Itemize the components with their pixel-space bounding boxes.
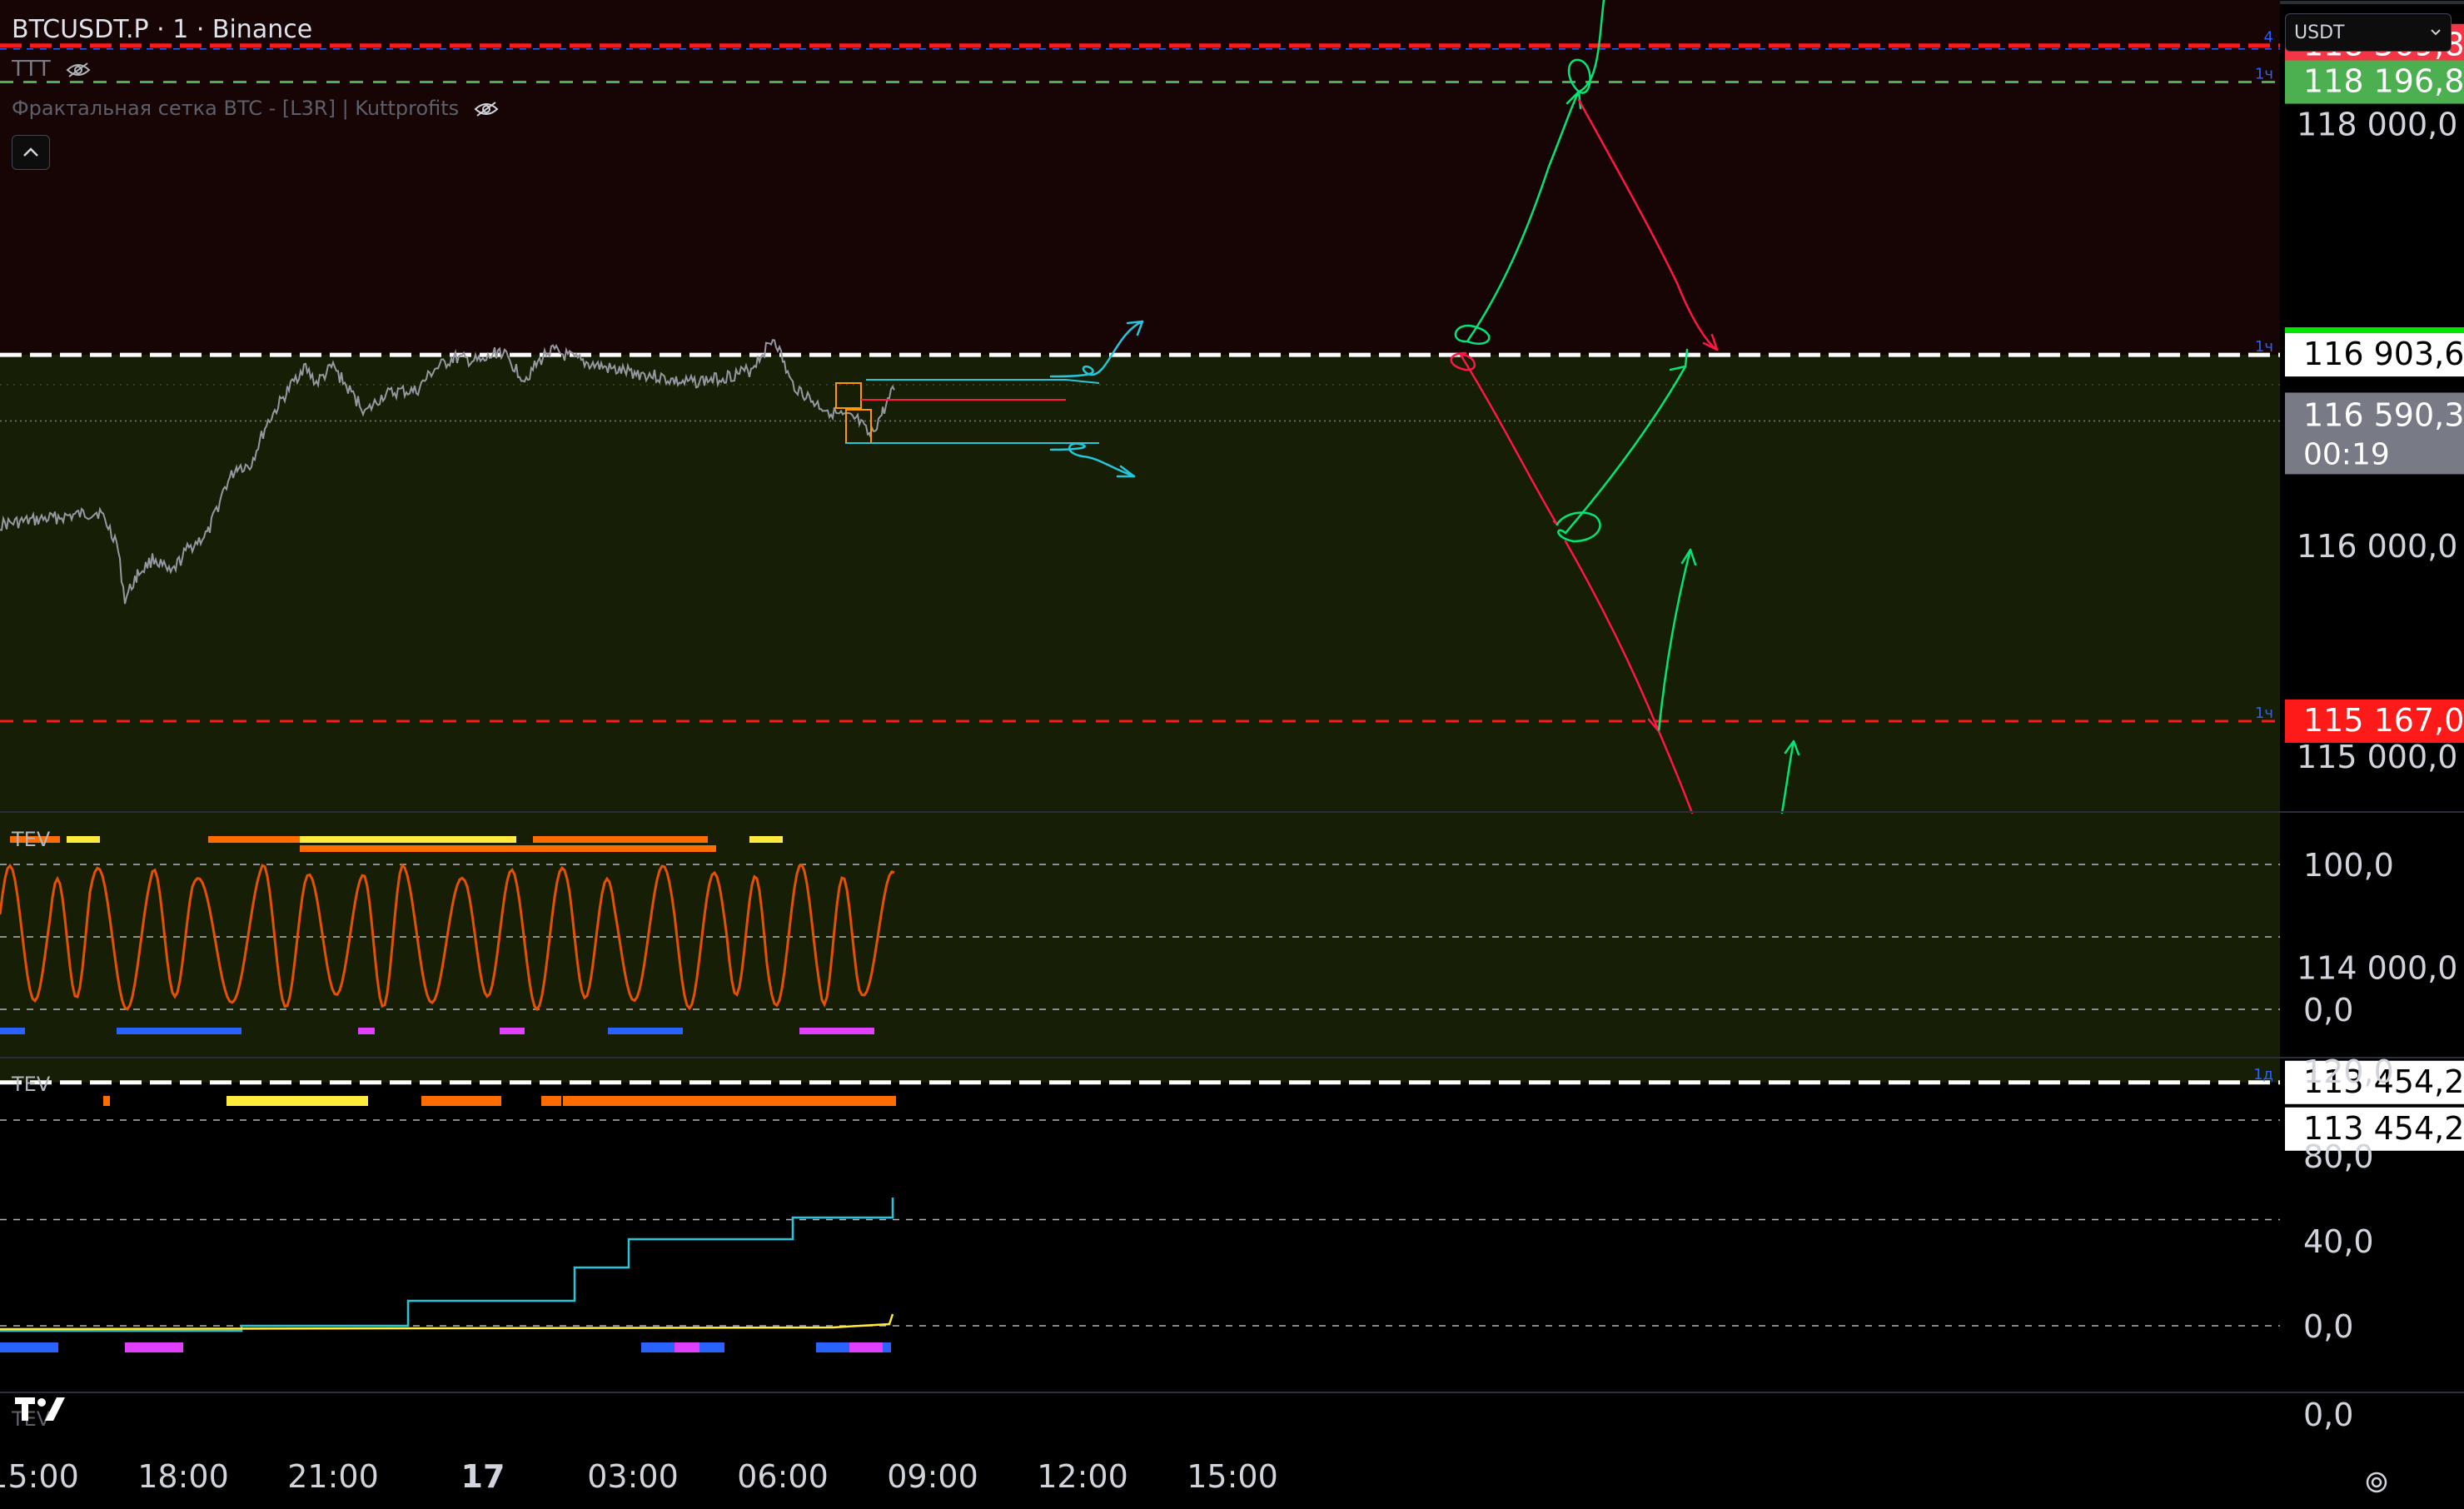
osc1-signal-bar <box>0 1028 25 1034</box>
osc1-tick: 0,0 <box>2303 992 2353 1028</box>
oscillator-1-label[interactable]: TEV <box>12 828 50 851</box>
eye-hidden-icon[interactable] <box>474 101 499 117</box>
osc2-tick: 40,0 <box>2303 1223 2374 1260</box>
osc2-signal-bar <box>541 1096 561 1106</box>
time-tick: 09:00 <box>887 1458 978 1495</box>
price-tick: 114 000,0 <box>2297 950 2457 987</box>
price-zones <box>0 0 2280 1083</box>
price-zone-1 <box>0 355 2280 1083</box>
chart-canvas[interactable]: 1ч41ч1ч1ч1д 118 000,0116 000,0115 000,01… <box>0 0 2464 1509</box>
time-tick: 06:00 <box>737 1458 829 1495</box>
time-tick: 18:00 <box>137 1458 229 1495</box>
osc1-signal-bar <box>799 1028 874 1034</box>
osc1-signal-bar <box>500 1028 525 1034</box>
indicator-legend-fractal-grid[interactable]: Фрактальная сетка BTC - [L3R] | Kuttprof… <box>12 97 499 120</box>
indicator-name: Фрактальная сетка BTC - [L3R] | Kuttprof… <box>12 97 460 120</box>
currency-selector[interactable]: USDT <box>2285 13 2452 52</box>
osc1-signal-bar <box>300 836 516 843</box>
osc1-signal-bar <box>67 836 100 843</box>
osc1-tick: 100,0 <box>2303 847 2394 884</box>
price-tick: 115 000,0 <box>2297 739 2457 775</box>
level-tag: 4 <box>2264 29 2273 47</box>
time-tick: 12:00 <box>1037 1458 1128 1495</box>
indicator-name: TTT <box>12 57 51 82</box>
osc2-signal-bar <box>563 1096 896 1106</box>
oscillator-2-label[interactable]: TEV <box>12 1073 50 1096</box>
osc2-tick: 80,0 <box>2303 1138 2374 1175</box>
osc1-signal-bar <box>608 1028 683 1034</box>
time-tick: 15:00 <box>0 1458 79 1495</box>
osc1-signal-bar <box>533 836 708 843</box>
gear-icon[interactable] <box>2362 1467 2392 1497</box>
osc1-signal-bar <box>358 1028 375 1034</box>
osc2-tick: 120,0 <box>2303 1053 2394 1090</box>
osc1-signal-bar <box>749 836 783 843</box>
collapse-legend-button[interactable] <box>12 135 50 170</box>
osc2-signal-bar <box>849 1342 883 1352</box>
level-tag: 1ч <box>2255 705 2273 722</box>
chevron-down-icon <box>2431 29 2441 36</box>
price-axis[interactable]: 118 000,0116 000,0115 000,0114 000,0119 … <box>2280 0 2464 1151</box>
time-axis[interactable]: 15:00 18:00 21:00 17 03:00 06:00 09:00 12:00 15:… <box>0 1458 1278 1495</box>
osc2-signal-bar <box>125 1342 183 1352</box>
symbol-title[interactable]: BTCUSDT.P · 1 · Binance <box>12 15 312 44</box>
time-tick: 03:00 <box>587 1458 679 1495</box>
price-zone-0 <box>0 0 2280 356</box>
osc2-signal-bar <box>674 1342 699 1352</box>
price-tick: 116 000,0 <box>2297 528 2457 565</box>
pane-3: 0,0 <box>2303 1397 2353 1433</box>
osc2-tick: 0,0 <box>2303 1308 2353 1345</box>
osc1-signal-bar <box>117 1028 241 1034</box>
indicator-legend-ttt[interactable]: TTT <box>12 57 91 82</box>
price-tick: 118 000,0 <box>2297 106 2457 142</box>
osc2-signal-bar <box>421 1096 501 1106</box>
time-tick: 17 <box>461 1458 505 1495</box>
time-tick: 21:00 <box>287 1458 379 1495</box>
osc2-signal-bar <box>226 1096 368 1106</box>
chevron-up-icon <box>23 147 38 157</box>
price-tag-label: 116 903,6 <box>2303 336 2464 372</box>
osc1-signal-bar <box>208 836 308 843</box>
price-tag-label: 115 167,0 <box>2303 702 2464 739</box>
currency-value: USDT <box>2294 22 2345 43</box>
time-tick: 15:00 <box>1187 1458 1278 1495</box>
tradingview-logo-icon[interactable] <box>13 1392 72 1426</box>
pane3-tick: 0,0 <box>2303 1397 2353 1433</box>
level-tag: 1д <box>2253 1066 2273 1083</box>
current-price-label: 116 590,3 <box>2303 396 2464 433</box>
countdown-label: 00:19 <box>2303 437 2390 471</box>
level-tag: 1ч <box>2255 66 2273 83</box>
osc2-signal-bar <box>0 1342 58 1352</box>
osc1-signal-bar <box>300 845 716 852</box>
price-tag-label: 118 196,8 <box>2303 63 2464 100</box>
level-tag: 1ч <box>2255 338 2273 356</box>
eye-hidden-icon[interactable] <box>66 62 91 78</box>
osc2-signal-bar <box>103 1096 110 1106</box>
